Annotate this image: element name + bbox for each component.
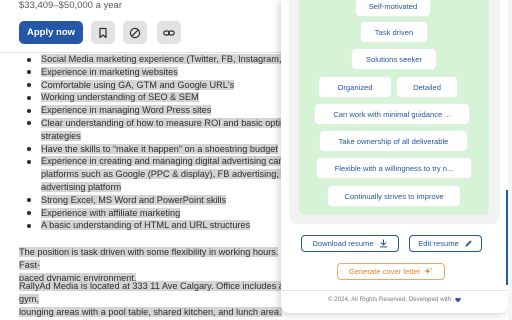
list-item: Clear understanding of how to measure RO…: [19, 117, 290, 130]
sparkle-icon: [424, 267, 433, 275]
paragraph-line: RallyAd Media is located at 333 11 Ave C…: [19, 281, 284, 304]
footer-divider: [281, 290, 508, 291]
skill-chip[interactable]: Flexible with a willingness to try n...: [317, 158, 471, 178]
job-posting: $33,409–$50,000 a year Apply now Social …: [0, 0, 290, 320]
skill-chip[interactable]: Continually strives to improve: [328, 186, 460, 206]
page-scrollbar[interactable]: [508, 0, 512, 320]
list-item: Strong Excel, MS Word and PowerPoint ski…: [19, 194, 290, 207]
skill-chip[interactable]: Solutions seeker: [352, 49, 436, 69]
list-item-continued: strategies: [41, 130, 81, 141]
skill-chip[interactable]: Organized: [319, 77, 391, 97]
block-icon: [129, 27, 141, 38]
requirements-list: Social Media marketing experience (Twitt…: [19, 53, 290, 232]
bookmark-icon: [99, 27, 107, 38]
edit-resume-button[interactable]: Edit resume: [409, 235, 482, 252]
skill-chip[interactable]: Task driven: [361, 22, 427, 42]
panel-footer: © 2024, All Rights Reserved, Developed w…: [281, 296, 508, 303]
list-item-continued: platforms such as Google (PPC & display)…: [19, 168, 290, 181]
pencil-icon: [465, 240, 472, 247]
generate-cover-letter-label: Generate cover letter: [348, 267, 421, 276]
skill-chip[interactable]: Take ownership of all deliverable: [320, 131, 467, 151]
download-resume-button[interactable]: Download resume: [301, 235, 399, 252]
download-icon: [379, 239, 387, 248]
list-item: Comfortable using GA, GTM and Google URL…: [19, 79, 290, 92]
edit-resume-label: Edit resume: [418, 239, 459, 248]
skills-container: Self-motivated Task driven Solutions see…: [289, 0, 500, 224]
skill-chip[interactable]: Detailed: [397, 77, 457, 97]
location-paragraph: RallyAd Media is located at 333 11 Ave C…: [19, 280, 290, 319]
skill-chip[interactable]: Self-motivated: [356, 0, 430, 16]
link-icon: [163, 29, 175, 36]
skill-chip[interactable]: Can work with minimal guidance ...: [315, 104, 469, 124]
not-interested-button[interactable]: [123, 21, 147, 44]
resume-extension-panel: Self-motivated Task driven Solutions see…: [281, 0, 508, 313]
paragraph-line: lounging areas with a pool table, shared…: [19, 307, 282, 317]
list-item-continued: advertising platform: [41, 181, 122, 192]
generate-cover-letter-button[interactable]: Generate cover letter: [337, 263, 445, 280]
list-item: Working understanding of SEO & SEM: [19, 91, 290, 104]
list-item: Experience in creating and managing digi…: [19, 155, 290, 168]
skills-box: Self-motivated Task driven Solutions see…: [299, 0, 489, 215]
footer-text: © 2024, All Rights Reserved, Developed w…: [327, 296, 452, 303]
list-item: Experience in managing Word Press sites: [19, 104, 290, 117]
list-item: Have the skills to “make it happen” on a…: [19, 143, 290, 156]
list-item: Experience in marketing websites: [19, 66, 290, 79]
heart-icon: [455, 297, 461, 302]
list-item: A basic understanding of HTML and URL st…: [19, 219, 290, 232]
share-link-button[interactable]: [157, 21, 181, 44]
paragraph-line: The position is task driven with some fl…: [19, 247, 279, 270]
salary-text: $33,409–$50,000 a year: [19, 0, 123, 11]
download-resume-label: Download resume: [312, 239, 374, 248]
list-item: Experience with affiliate marketing: [19, 207, 290, 220]
list-item: Social Media marketing experience (Twitt…: [19, 53, 290, 66]
apply-now-button[interactable]: Apply now: [19, 21, 83, 44]
save-job-button[interactable]: [91, 21, 115, 44]
